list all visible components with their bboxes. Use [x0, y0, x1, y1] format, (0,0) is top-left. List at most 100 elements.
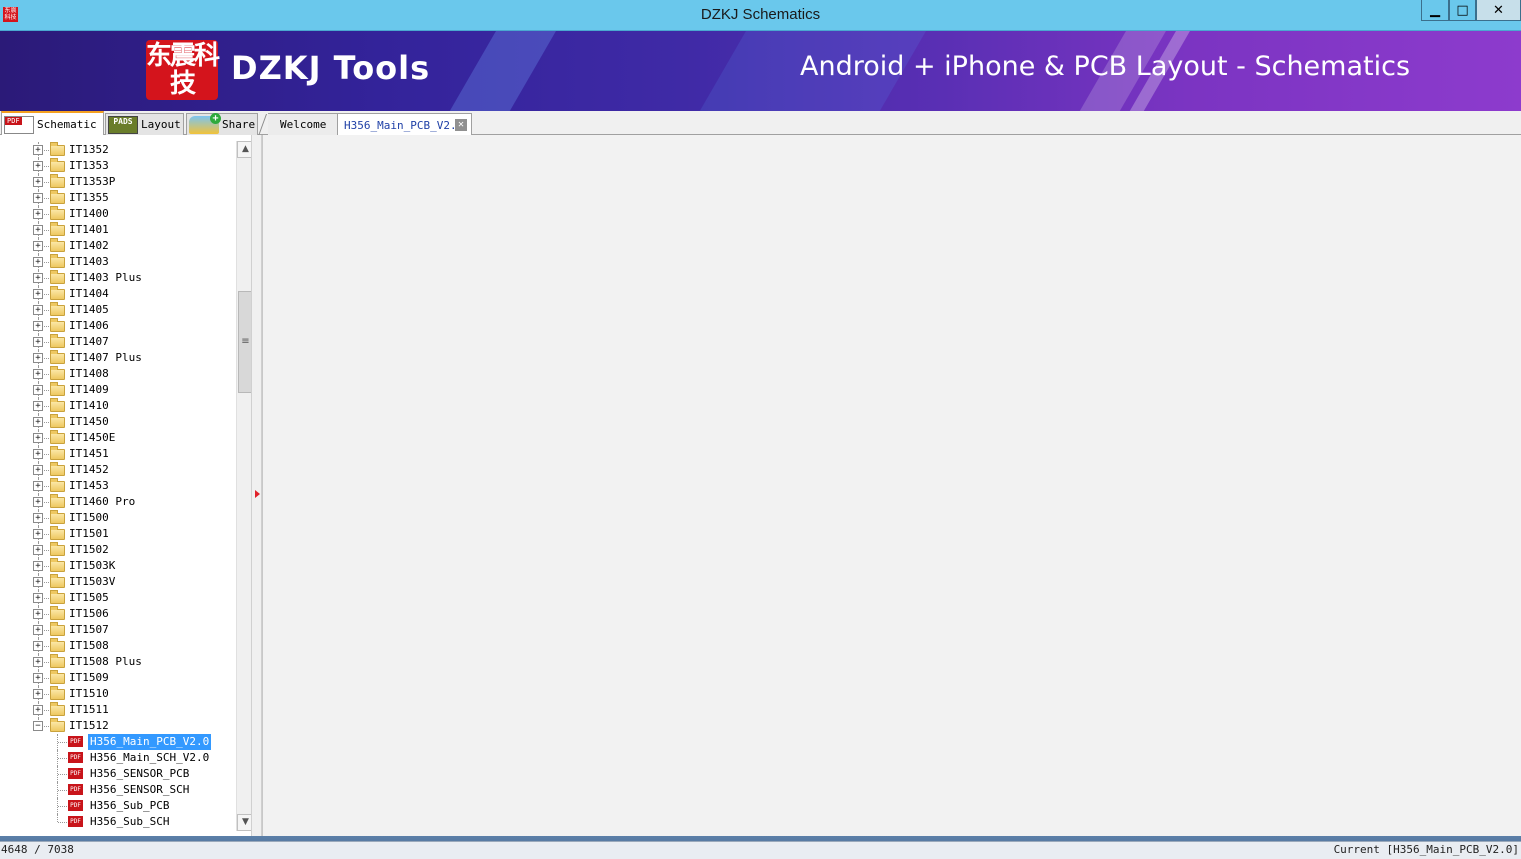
folder-icon: [50, 526, 65, 540]
expand-icon[interactable]: +: [33, 193, 43, 203]
tree-folder[interactable]: + IT1406: [0, 318, 236, 334]
expand-icon[interactable]: +: [33, 225, 43, 235]
tree-folder[interactable]: + IT1500: [0, 510, 236, 526]
expand-icon[interactable]: +: [33, 369, 43, 379]
collapse-arrow-icon[interactable]: [255, 490, 260, 498]
tree-folder[interactable]: + IT1401: [0, 222, 236, 238]
tree-folder[interactable]: + IT1450: [0, 414, 236, 430]
tree-folder[interactable]: + IT1405: [0, 302, 236, 318]
tab-layout[interactable]: PADS Layout: [105, 113, 184, 135]
expand-icon[interactable]: +: [33, 241, 43, 251]
expand-icon[interactable]: +: [33, 625, 43, 635]
folder-icon: [50, 382, 65, 396]
expand-icon[interactable]: +: [33, 353, 43, 363]
tree-folder[interactable]: + IT1403: [0, 254, 236, 270]
folder-icon: [50, 366, 65, 380]
tree-folder[interactable]: + IT1508 Plus: [0, 654, 236, 670]
tree-folder[interactable]: + IT1507: [0, 622, 236, 638]
tree-folder[interactable]: + IT1506: [0, 606, 236, 622]
tree-folder[interactable]: + IT1450E: [0, 430, 236, 446]
tree-folder[interactable]: + IT1510: [0, 686, 236, 702]
expand-icon[interactable]: +: [33, 161, 43, 171]
tree-folder[interactable]: + IT1505: [0, 590, 236, 606]
expand-icon[interactable]: +: [33, 577, 43, 587]
expand-icon[interactable]: +: [33, 177, 43, 187]
panel-splitter[interactable]: [252, 135, 262, 836]
tree-folder[interactable]: + IT1402: [0, 238, 236, 254]
tree-folder[interactable]: + IT1353P: [0, 174, 236, 190]
scroll-down-button[interactable]: ▼: [237, 814, 251, 831]
expand-icon[interactable]: +: [33, 593, 43, 603]
expand-icon[interactable]: +: [33, 673, 43, 683]
expand-icon[interactable]: +: [33, 337, 43, 347]
tree-folder[interactable]: + IT1400: [0, 206, 236, 222]
tree-folder[interactable]: + IT1509: [0, 670, 236, 686]
expand-icon[interactable]: +: [33, 401, 43, 411]
expand-icon[interactable]: +: [33, 433, 43, 443]
folder-icon: [50, 286, 65, 300]
tree-folder[interactable]: + IT1451: [0, 446, 236, 462]
expand-icon[interactable]: +: [33, 257, 43, 267]
tree-folder[interactable]: + IT1408: [0, 366, 236, 382]
tree-file[interactable]: PDF H356_SENSOR_PCB: [0, 766, 236, 782]
expand-icon[interactable]: +: [33, 689, 43, 699]
maximize-button[interactable]: □: [1449, 0, 1476, 21]
expand-icon[interactable]: +: [33, 513, 43, 523]
tree-folder[interactable]: + IT1452: [0, 462, 236, 478]
expand-icon[interactable]: +: [33, 481, 43, 491]
tree-file[interactable]: PDF H356_SENSOR_SCH: [0, 782, 236, 798]
expand-icon[interactable]: +: [33, 609, 43, 619]
tree-folder-expanded[interactable]: − IT1512: [0, 718, 236, 734]
expand-icon[interactable]: +: [33, 497, 43, 507]
tree-file[interactable]: PDF H356_Main_PCB_V2.0: [0, 734, 236, 750]
minimize-button[interactable]: ▁: [1421, 0, 1449, 21]
tree-folder[interactable]: + IT1511: [0, 702, 236, 718]
tree-folder[interactable]: + IT1501: [0, 526, 236, 542]
doc-tab-welcome[interactable]: Welcome: [257, 113, 338, 136]
expand-icon[interactable]: +: [33, 465, 43, 475]
tree-folder[interactable]: + IT1503V: [0, 574, 236, 590]
close-tab-icon[interactable]: ✕: [455, 119, 467, 131]
expand-icon[interactable]: +: [33, 657, 43, 667]
tree-file[interactable]: PDF H356_Sub_SCH: [0, 814, 236, 830]
scroll-thumb[interactable]: ≡: [238, 291, 251, 393]
close-button[interactable]: ✕: [1476, 0, 1521, 21]
expand-icon[interactable]: +: [33, 385, 43, 395]
tree-folder[interactable]: + IT1409: [0, 382, 236, 398]
tree-folder[interactable]: + IT1404: [0, 286, 236, 302]
tree-folder[interactable]: + IT1352: [0, 142, 236, 158]
collapse-icon[interactable]: −: [33, 721, 43, 731]
tree-folder[interactable]: + IT1407 Plus: [0, 350, 236, 366]
expand-icon[interactable]: +: [33, 705, 43, 715]
tree-folder[interactable]: + IT1353: [0, 158, 236, 174]
expand-icon[interactable]: +: [33, 321, 43, 331]
tree-file[interactable]: PDF H356_Sub_PCB: [0, 798, 236, 814]
tab-share[interactable]: Share: [186, 112, 258, 135]
tree-folder[interactable]: + IT1460 Pro: [0, 494, 236, 510]
expand-icon[interactable]: +: [33, 289, 43, 299]
expand-icon[interactable]: +: [33, 273, 43, 283]
tree-scrollbar[interactable]: ▲ ≡ ▼: [236, 141, 251, 831]
tree-folder[interactable]: + IT1407: [0, 334, 236, 350]
expand-icon[interactable]: +: [33, 449, 43, 459]
tab-schematic[interactable]: Schematic: [1, 111, 104, 136]
expand-icon[interactable]: +: [33, 529, 43, 539]
expand-icon[interactable]: +: [33, 305, 43, 315]
tree-folder[interactable]: + IT1355: [0, 190, 236, 206]
scroll-up-button[interactable]: ▲: [237, 141, 251, 158]
tree-folder[interactable]: + IT1508: [0, 638, 236, 654]
expand-icon[interactable]: +: [33, 545, 43, 555]
expand-icon[interactable]: +: [33, 145, 43, 155]
pdf-file-icon: PDF: [68, 800, 83, 811]
tree-folder[interactable]: + IT1403 Plus: [0, 270, 236, 286]
expand-icon[interactable]: +: [33, 641, 43, 651]
tree-file[interactable]: PDF H356_Main_SCH_V2.0: [0, 750, 236, 766]
tree-folder[interactable]: + IT1503K: [0, 558, 236, 574]
expand-icon[interactable]: +: [33, 561, 43, 571]
doc-tab-current[interactable]: H356_Main_PCB_V2.0 ✕: [338, 113, 472, 136]
tree-folder[interactable]: + IT1410: [0, 398, 236, 414]
expand-icon[interactable]: +: [33, 417, 43, 427]
tree-folder[interactable]: + IT1502: [0, 542, 236, 558]
expand-icon[interactable]: +: [33, 209, 43, 219]
tree-folder[interactable]: + IT1453: [0, 478, 236, 494]
